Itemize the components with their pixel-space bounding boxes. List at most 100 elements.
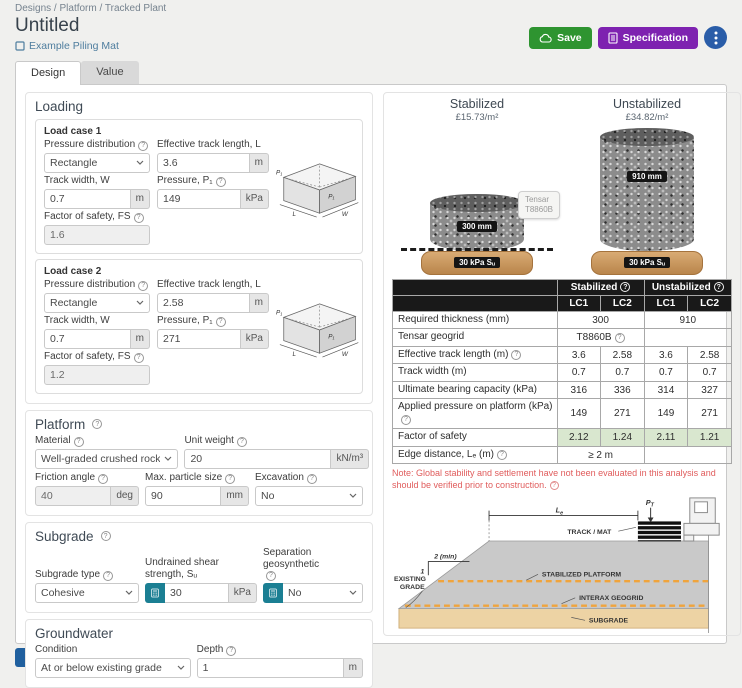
unit-weight-label: Unit weight (184, 435, 369, 447)
subgrade-base: 30 kPa Sᵤ (421, 251, 533, 275)
calculator-button[interactable] (145, 583, 165, 603)
info-icon[interactable] (615, 333, 625, 343)
more-options-button[interactable] (704, 26, 727, 49)
calculator-icon (269, 586, 277, 600)
breadcrumb-designs[interactable]: Designs (15, 3, 51, 14)
info-icon[interactable] (497, 450, 507, 460)
calculator-button[interactable] (263, 583, 283, 603)
info-icon[interactable] (92, 419, 102, 429)
breadcrumb-separator: / (54, 3, 57, 14)
unit-label: kPa (241, 189, 269, 209)
lc2-header: LC2 (688, 295, 732, 311)
subgrade-type-select[interactable]: Cohesive (35, 583, 139, 603)
subgrade-strength-chip: 30 kPa Sᵤ (624, 257, 670, 268)
effective-track-length-input[interactable] (157, 293, 250, 313)
info-icon[interactable] (134, 353, 144, 363)
subgrade-section: Subgrade Subgrade type Cohesive Undraine… (25, 522, 373, 613)
info-icon[interactable] (511, 350, 521, 360)
platform-section: Platform Material Well-graded crushed ro… (25, 410, 373, 516)
effective-track-length-input[interactable] (157, 153, 250, 173)
table-row: Track width (m) 0.7 0.7 0.7 0.7 (393, 364, 732, 382)
pressure-distribution-select[interactable]: Rectangle (44, 153, 150, 173)
table-row: Tensar geogrid T8860B (393, 329, 732, 347)
unit-label: m (131, 329, 150, 349)
depth-input[interactable] (197, 658, 344, 678)
pressure-input[interactable] (157, 189, 241, 209)
lc1-header: LC1 (644, 295, 688, 311)
tab-design[interactable]: Design (15, 61, 81, 85)
table-row: Effective track length (m) 3.6 2.58 3.6 … (393, 346, 732, 364)
save-button[interactable]: Save (529, 27, 592, 49)
specification-button[interactable]: Specification (598, 27, 698, 49)
cloud-icon (539, 33, 552, 43)
pressure-distribution-select[interactable]: Rectangle (44, 293, 150, 313)
separation-geosynthetic-label: Separation geosynthetic (263, 547, 363, 581)
calculator-icon (151, 586, 159, 600)
interax-geogrid-label: INTERAX GEOGRID (579, 595, 643, 602)
slope-ratio-vertical-label: 1 (420, 568, 424, 575)
loading-heading: Loading (35, 99, 83, 114)
svg-text:GRADE: GRADE (400, 584, 425, 591)
track-width-label: Track width, W (44, 175, 150, 187)
info-icon[interactable] (138, 281, 148, 291)
slope-ratio-horizontal-label: 2 (min) (433, 553, 457, 560)
info-icon[interactable] (98, 474, 108, 484)
breadcrumb-platform[interactable]: Platform (59, 3, 96, 14)
info-icon[interactable] (134, 213, 144, 223)
info-icon[interactable] (225, 474, 235, 484)
info-icon[interactable] (216, 177, 226, 187)
info-icon[interactable] (74, 437, 84, 447)
app-page: Designs / Platform / Tracked Plant Untit… (0, 0, 742, 667)
info-icon[interactable] (101, 531, 111, 541)
stabilized-platform-label: STABILIZED PLATFORM (542, 571, 621, 578)
diagram-width-label: W (342, 352, 349, 359)
diagram-length-label: L (292, 352, 296, 359)
max-particle-size-input[interactable] (145, 486, 221, 506)
load-case-2: Load case 2 Pressure distribution Effect… (35, 259, 363, 394)
track-width-input[interactable] (44, 189, 131, 209)
page-title: Untitled (15, 16, 119, 37)
max-particle-size-label: Max. particle size (145, 472, 249, 484)
condition-select[interactable]: At or below existing grade (35, 658, 191, 678)
info-icon[interactable] (138, 141, 148, 151)
unit-label: kPa (229, 583, 257, 603)
factor-of-safety-input (44, 365, 150, 385)
diagram-width-label: W (342, 212, 349, 219)
design-template-link[interactable]: Example Piling Mat (15, 40, 119, 52)
unit-label: kN/m³ (331, 449, 369, 469)
track-width-input[interactable] (44, 329, 131, 349)
friction-angle-label: Friction angle (35, 472, 139, 484)
analysis-note: Note: Global stability and settlement ha… (392, 468, 732, 491)
table-row: Applied pressure on platform (kPa) 149 2… (393, 399, 732, 429)
effective-track-length-label: Effective track length, L (157, 279, 269, 291)
tab-value[interactable]: Value (81, 61, 138, 84)
unstabilized-column-header: Unstabilized (644, 279, 731, 295)
factor-of-safety-label: Factor of safety, FS (44, 211, 269, 223)
info-icon[interactable] (103, 571, 113, 581)
unit-label: m (131, 189, 150, 209)
info-icon[interactable] (714, 282, 724, 292)
subgrade-base: 30 kPa Sᵤ (591, 251, 703, 275)
undrained-shear-strength-input[interactable] (165, 583, 229, 603)
info-icon[interactable] (226, 646, 236, 656)
results-table: Stabilized Unstabilized LC1 LC2 LC1 LC2 … (392, 279, 732, 465)
pressure-input[interactable] (157, 329, 241, 349)
info-icon[interactable] (550, 481, 559, 490)
unstabilized-thickness-cylinder: 910 mm (600, 137, 694, 251)
info-icon[interactable] (620, 282, 630, 292)
info-icon[interactable] (237, 437, 247, 447)
info-icon[interactable] (216, 317, 226, 327)
table-row: Edge distance, Lₑ (m) ≥ 2 m (393, 446, 732, 464)
material-select[interactable]: Well-graded crushed rock (35, 449, 178, 469)
excavation-select[interactable]: No (255, 486, 363, 506)
unit-weight-input[interactable] (184, 449, 331, 469)
info-icon[interactable] (266, 571, 276, 581)
separation-geosynthetic-select[interactable]: No (283, 583, 363, 603)
existing-grade-label: EXISTING (394, 576, 426, 583)
stabilized-column-header: Stabilized (557, 279, 644, 295)
depth-label: Depth (197, 644, 363, 656)
info-icon[interactable] (307, 474, 317, 484)
info-icon[interactable] (401, 415, 411, 425)
page-header: Untitled Example Piling Mat Save Specifi… (15, 16, 727, 52)
stabilized-thickness-cylinder: 300 mm (430, 203, 524, 251)
